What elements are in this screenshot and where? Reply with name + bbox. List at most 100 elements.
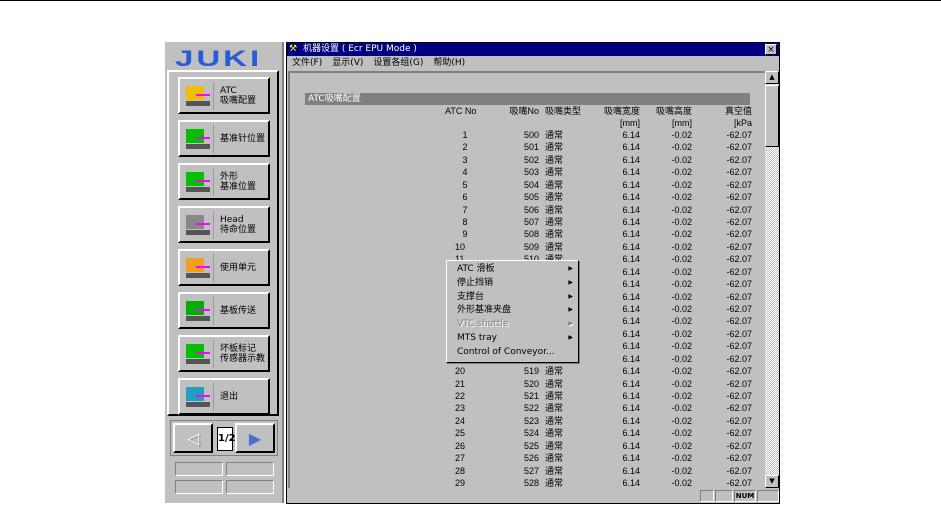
submenu-arrow-icon: ▶ bbox=[568, 320, 573, 328]
table-cell: 通常 bbox=[545, 179, 564, 190]
table-cell: 6.14 bbox=[622, 478, 640, 488]
blank-button[interactable] bbox=[226, 462, 274, 476]
table-cell: -0.02 bbox=[671, 378, 692, 389]
table-cell: -62.07 bbox=[726, 217, 752, 227]
sidebar-button-6[interactable]: 坏板标记 传感器示教 bbox=[178, 335, 270, 372]
table-cell: 525 bbox=[523, 440, 539, 451]
table-cell: 6.14 bbox=[622, 353, 640, 364]
title-bar: ⚒ 机器设置 ( Ecr EPU Mode ) × bbox=[287, 43, 779, 56]
atc-nozzle-icon bbox=[184, 81, 214, 110]
context-menu-item[interactable]: 停止挡销 ▶ bbox=[457, 277, 575, 289]
column-header: 吸嘴宽度 bbox=[603, 106, 640, 116]
context-menu-label: 外形基准夹盘 bbox=[457, 305, 512, 316]
table-cell: 522 bbox=[523, 403, 539, 414]
sidebar-button-0[interactable]: ATC 吸嘴配置 bbox=[178, 77, 270, 114]
num-lock-indicator: NUM bbox=[734, 490, 756, 502]
blank-button[interactable] bbox=[175, 480, 223, 494]
table-cell: 5 bbox=[462, 179, 468, 190]
table-cell: -62.07 bbox=[726, 167, 752, 178]
table-cell: 通常 bbox=[545, 167, 564, 178]
scroll-up-button[interactable]: ▲ bbox=[765, 71, 779, 84]
table-cell: -0.02 bbox=[671, 204, 692, 215]
sidebar-button-label: Head 待命位置 bbox=[220, 215, 256, 235]
table-cell: 通常 bbox=[545, 428, 564, 439]
table-cell: -62.07 bbox=[726, 179, 752, 190]
table-cell: -0.02 bbox=[671, 229, 692, 240]
sidebar-button-label: 使用单元 bbox=[220, 263, 256, 273]
blank-button[interactable] bbox=[226, 480, 274, 494]
table-cell: -0.02 bbox=[671, 217, 692, 227]
column-header: ATC No bbox=[445, 106, 477, 116]
submenu-arrow-icon: ▶ bbox=[568, 278, 573, 286]
app-icon: ⚒ bbox=[289, 44, 298, 54]
next-page-button[interactable]: ▶ bbox=[235, 423, 275, 453]
table-cell: 6.14 bbox=[622, 415, 640, 426]
label-line2: 基准位置 bbox=[220, 181, 257, 192]
submenu-arrow-icon: ▶ bbox=[568, 334, 573, 341]
table-cell: -0.02 bbox=[671, 478, 692, 488]
label-line2: 基板传送 bbox=[220, 305, 257, 316]
table-cell: 6.14 bbox=[622, 217, 640, 227]
table-cell: -0.02 bbox=[671, 465, 692, 476]
sidebar-button-3[interactable]: Head 待命位置 bbox=[178, 206, 270, 243]
table-cell: -0.02 bbox=[671, 179, 692, 190]
submenu-arrow-icon: ▶ bbox=[568, 306, 573, 314]
menu-item[interactable]: 文件(F) bbox=[292, 57, 322, 70]
close-button[interactable]: × bbox=[765, 44, 777, 55]
table-cell: -62.07 bbox=[726, 279, 752, 290]
label-line2: 退出 bbox=[220, 391, 239, 402]
sidebar-button-1[interactable]: 基准针位置 bbox=[178, 120, 270, 157]
juki-logo: JUKI bbox=[175, 46, 263, 71]
sidebar-button-2[interactable]: 外形 基准位置 bbox=[178, 163, 270, 200]
submenu-arrow-icon: ▶ bbox=[568, 292, 573, 300]
table-cell: 509 bbox=[523, 241, 539, 252]
table-cell: 6.14 bbox=[622, 142, 640, 153]
menu-item[interactable]: 显示(V) bbox=[332, 57, 363, 70]
table-cell: -62.07 bbox=[726, 341, 752, 352]
sidebar-button-5[interactable]: 基板传送 bbox=[178, 292, 270, 329]
prev-page-button[interactable]: ◁ bbox=[173, 423, 213, 453]
label-line2: 待命位置 bbox=[220, 224, 257, 235]
sidebar-button-4[interactable]: 使用单元 bbox=[178, 249, 270, 286]
context-menu-label: Control of Conveyor... bbox=[457, 346, 555, 357]
table-cell: -62.07 bbox=[726, 415, 752, 426]
label-line2: 传感器示教 bbox=[220, 353, 266, 364]
table-cell: -62.07 bbox=[726, 403, 752, 414]
column-header: 吸嘴类型 bbox=[545, 106, 582, 116]
sidebar-button-7[interactable]: 退出 bbox=[178, 378, 270, 415]
table-cell: 通常 bbox=[545, 204, 564, 215]
table-cell: 7 bbox=[462, 204, 468, 215]
table-cell: 6.14 bbox=[622, 229, 640, 240]
scroll-thumb[interactable] bbox=[765, 85, 779, 147]
table-cell: 6.14 bbox=[622, 428, 640, 439]
context-menu-item[interactable]: Control of Conveyor... bbox=[457, 346, 575, 358]
scroll-down-button[interactable]: ▼ bbox=[765, 475, 779, 488]
context-menu-item[interactable]: 外形基准夹盘 ▶ bbox=[457, 304, 575, 316]
table-cell: 508 bbox=[523, 229, 539, 240]
label-line1: Head bbox=[220, 214, 244, 225]
menu-item[interactable]: 设置各组(G) bbox=[373, 57, 423, 70]
table-cell: 6.14 bbox=[622, 192, 640, 203]
section-header: ATC吸嘴配置 bbox=[305, 93, 750, 105]
table-cell: -0.02 bbox=[671, 304, 692, 315]
unit-icon bbox=[184, 253, 214, 282]
table-cell: -0.02 bbox=[671, 241, 692, 252]
table-cell: -62.07 bbox=[726, 428, 752, 439]
table-cell: -62.07 bbox=[726, 353, 752, 364]
submenu-arrow-icon: ▶ bbox=[568, 265, 573, 272]
table-cell: 6.14 bbox=[622, 179, 640, 190]
table-cell: 通常 bbox=[545, 378, 564, 389]
vertical-scrollbar[interactable]: ▲ ▼ bbox=[765, 71, 779, 488]
context-menu-item[interactable]: 支撑台 ▶ bbox=[457, 291, 575, 303]
table-cell: 524 bbox=[523, 428, 539, 439]
reference-pin-icon bbox=[184, 124, 214, 153]
table-cell: -62.07 bbox=[726, 241, 752, 252]
context-menu-item[interactable]: ATC 滑板 ▶ bbox=[457, 263, 575, 275]
menu-item[interactable]: 帮助(H) bbox=[433, 57, 465, 70]
table-cell: 6.14 bbox=[622, 254, 640, 265]
table-cell: -62.07 bbox=[726, 453, 752, 464]
table-cell: -0.02 bbox=[671, 428, 692, 439]
blank-button[interactable] bbox=[175, 462, 223, 476]
context-menu-item[interactable]: MTS tray ▶ bbox=[457, 332, 575, 344]
table-cell: -0.02 bbox=[671, 415, 692, 426]
